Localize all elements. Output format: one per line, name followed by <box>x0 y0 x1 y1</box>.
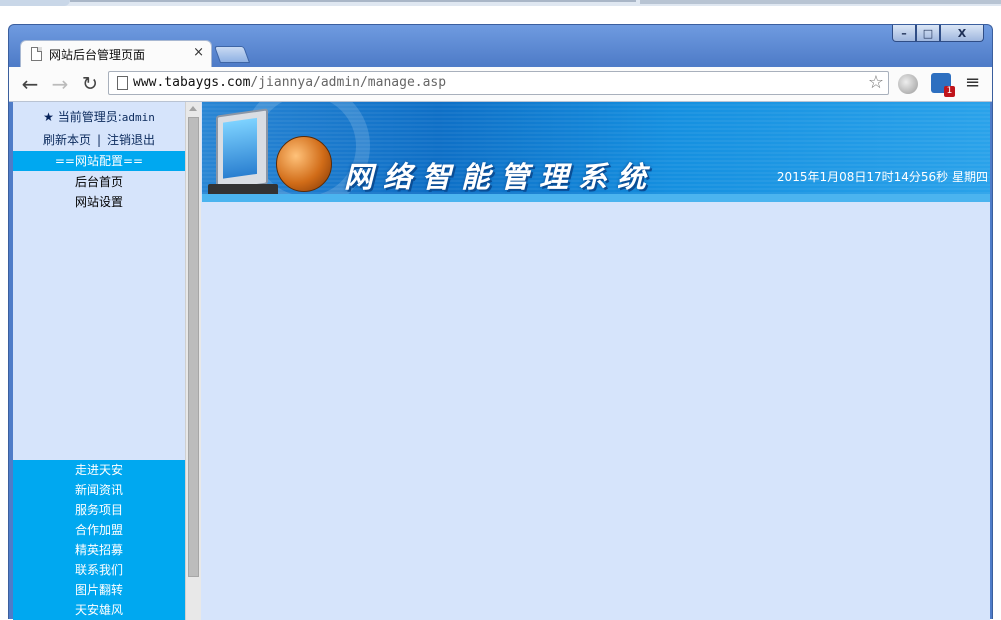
window-controls: – □ X <box>892 25 984 42</box>
page-content: ★ 当前管理员:admin 刷新本页 | 注销退出 ==网站配置== 后台首页 网站… <box>13 102 990 620</box>
menu-item-about[interactable]: 走进天安 <box>13 460 185 480</box>
section-header-site-config[interactable]: ==网站配置== <box>13 151 185 171</box>
minimize-button[interactable]: – <box>892 25 916 42</box>
browser-window: – □ X 网站后台管理页面 × ← → ↻ www.tabaygs.com/j… <box>8 24 993 620</box>
url-host: www.tabaygs.com <box>133 75 251 90</box>
bottom-menu: 走进天安 新闻资讯 服务项目 合作加盟 精英招募 联系我们 图片翻转 天安雄风 <box>13 460 185 620</box>
hamburger-menu-icon[interactable]: ≡ <box>965 73 981 93</box>
new-tab-button[interactable] <box>213 46 251 63</box>
scroll-thumb[interactable] <box>188 117 199 577</box>
menu-item-services[interactable]: 服务项目 <box>13 500 185 520</box>
maximize-button[interactable]: □ <box>916 25 940 42</box>
tab-close-icon[interactable]: × <box>193 45 204 60</box>
left-frame: ★ 当前管理员:admin 刷新本页 | 注销退出 ==网站配置== 后台首页 网站… <box>13 102 185 620</box>
menu-item-image-flip[interactable]: 图片翻转 <box>13 580 185 600</box>
admin-links: 刷新本页 | 注销退出 <box>13 131 185 148</box>
current-admin: ★ 当前管理员:admin <box>13 108 185 125</box>
menu-item-partnership[interactable]: 合作加盟 <box>13 520 185 540</box>
extension-badge: 1 <box>944 86 955 97</box>
menu-item-recruitment[interactable]: 精英招募 <box>13 540 185 560</box>
menu-item-contact[interactable]: 联系我们 <box>13 560 185 580</box>
system-title: 网络智能管理系统 <box>344 160 657 194</box>
sidebar-item-site-settings[interactable]: 网站设置 <box>13 193 185 210</box>
monitor-icon <box>216 108 268 192</box>
desktop-fragment <box>70 0 636 2</box>
url-path: /jiannya/admin/manage.asp <box>250 75 447 90</box>
current-datetime: 2015年1月08日17时14分56秒 星期四 <box>776 170 988 184</box>
current-admin-user: admin <box>121 111 155 124</box>
star-icon: ★ <box>43 110 54 124</box>
bookmark-star-icon[interactable]: ☆ <box>868 72 884 93</box>
sidebar-item-admin-home[interactable]: 后台首页 <box>13 173 185 190</box>
menu-item-tianan-style[interactable]: 天安雄风 <box>13 600 185 620</box>
browser-toolbar: ← → ↻ www.tabaygs.com/jiannya/admin/mana… <box>9 67 992 102</box>
globe-icon <box>276 136 332 192</box>
address-bar[interactable]: www.tabaygs.com/jiannya/admin/manage.asp… <box>108 71 889 95</box>
page-info-icon[interactable] <box>117 76 128 90</box>
close-window-button[interactable]: X <box>940 25 984 42</box>
forward-arrow-icon[interactable]: → <box>49 73 71 95</box>
menu-item-news[interactable]: 新闻资讯 <box>13 480 185 500</box>
refresh-link[interactable]: 刷新本页 <box>43 133 91 147</box>
desktop-fragment <box>0 0 70 6</box>
current-admin-label: 当前管理员: <box>57 110 122 124</box>
left-frame-scrollbar[interactable] <box>185 102 201 620</box>
extension-icon[interactable]: 1 <box>931 73 955 97</box>
reload-icon[interactable]: ↻ <box>79 73 101 95</box>
link-separator: | <box>96 133 102 147</box>
desktop-fragment <box>640 0 1001 4</box>
header-banner: 网络智能管理系统 2015年1月08日17时14分56秒 星期四 <box>202 102 990 202</box>
logout-link[interactable]: 注销退出 <box>107 133 155 147</box>
globe-extension-icon[interactable] <box>898 74 918 94</box>
monitor-screen <box>223 117 257 179</box>
url-text[interactable]: www.tabaygs.com/jiannya/admin/manage.asp <box>133 75 446 90</box>
browser-tab[interactable]: 网站后台管理页面 × <box>21 41 211 67</box>
page-icon <box>31 47 42 61</box>
back-arrow-icon[interactable]: ← <box>19 73 41 95</box>
tab-title: 网站后台管理页面 <box>49 48 146 62</box>
scroll-up-icon[interactable] <box>189 106 197 111</box>
desktop-background <box>0 0 1001 6</box>
